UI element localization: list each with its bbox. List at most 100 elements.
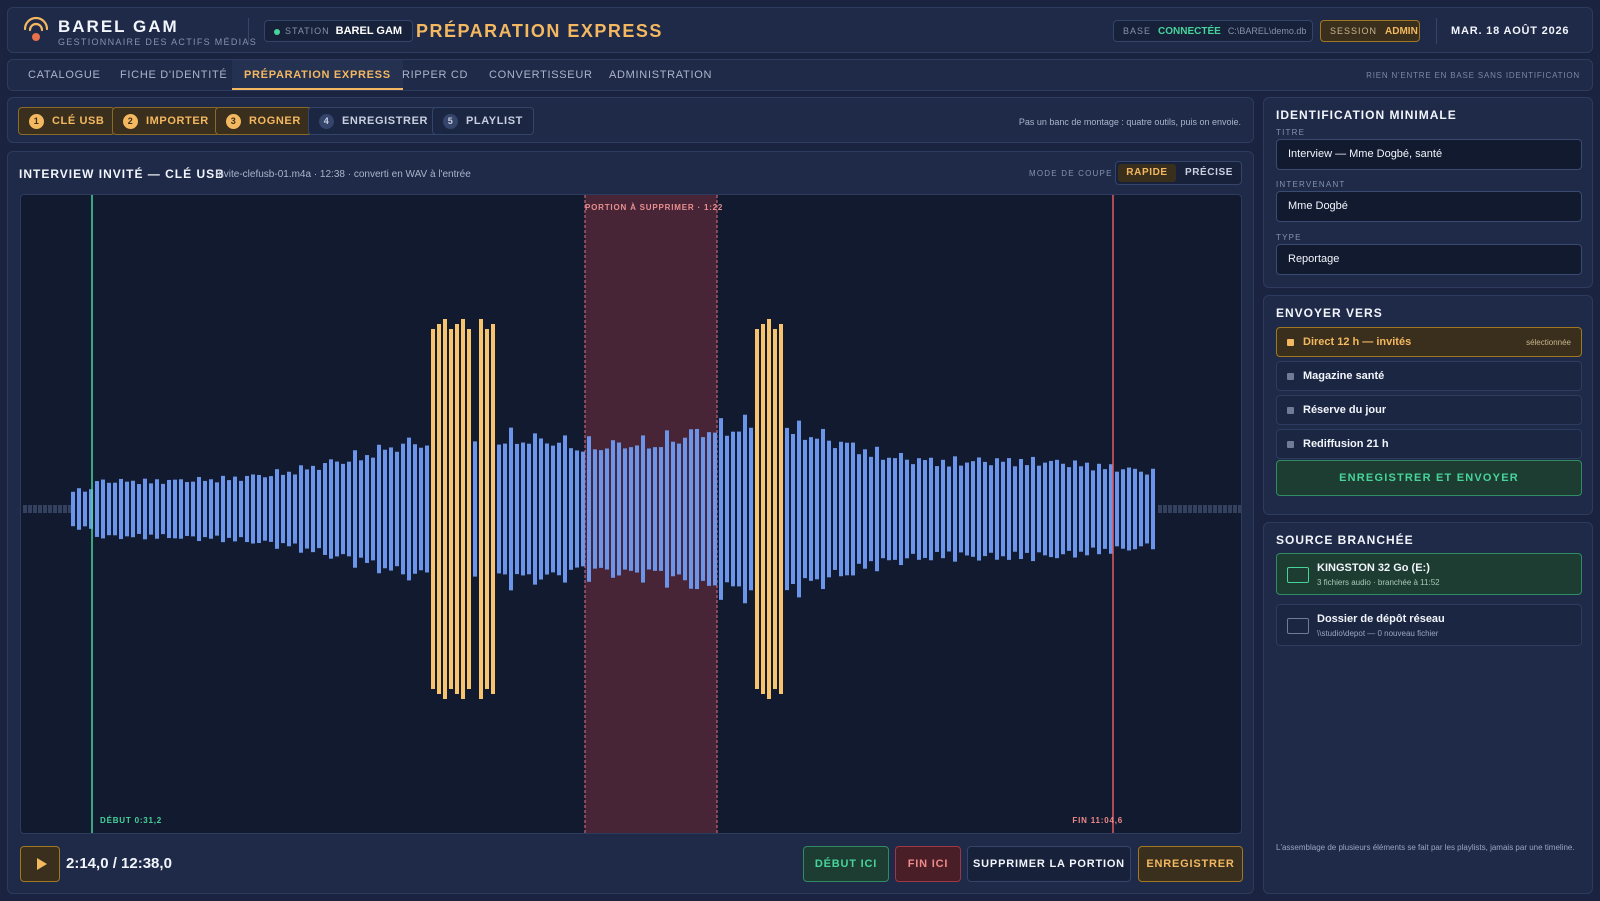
waveform-bar bbox=[767, 319, 771, 699]
wave-idle-tick bbox=[1183, 505, 1187, 513]
tab-convertisseur[interactable]: CONVERTISSEUR bbox=[477, 60, 605, 90]
destination-item[interactable]: Réserve du jour bbox=[1276, 395, 1582, 425]
destination-item[interactable]: Direct 12 h — invités sélectionnée bbox=[1276, 327, 1582, 357]
cut-mode-rapide[interactable]: RAPIDE bbox=[1118, 164, 1176, 182]
waveform-area[interactable]: PORTION À SUPPRIMER · 1:22 DÉBUT 0:31,2 … bbox=[20, 194, 1242, 834]
waveform-bar bbox=[317, 469, 321, 549]
type-field[interactable]: Reportage bbox=[1276, 244, 1582, 275]
waveform-bar bbox=[965, 462, 969, 556]
waveform-bar bbox=[557, 442, 561, 576]
waveform-bar bbox=[1133, 468, 1137, 550]
play-button[interactable] bbox=[20, 846, 60, 882]
waveform-bar bbox=[1061, 463, 1065, 555]
waveform-bar bbox=[1091, 470, 1095, 548]
source-name: KINGSTON 32 Go (E:) bbox=[1317, 562, 1430, 574]
save-button[interactable]: ENREGISTRER bbox=[1138, 846, 1243, 882]
step-importer[interactable]: 2 IMPORTER bbox=[112, 107, 220, 135]
waveform-bar bbox=[503, 443, 507, 575]
waveform-bar bbox=[881, 459, 885, 559]
station-indicator[interactable]: STATION BAREL GAM bbox=[264, 20, 414, 42]
destination-label: Direct 12 h — invités bbox=[1303, 336, 1412, 348]
destination-item[interactable]: Magazine santé bbox=[1276, 361, 1582, 391]
waveform-bar bbox=[743, 414, 747, 604]
tab-administration[interactable]: ADMINISTRATION bbox=[597, 60, 724, 90]
current-date: MAR. 18 AOÛT 2026 bbox=[1451, 25, 1570, 37]
waveform-bar bbox=[299, 465, 303, 553]
cut-mode-precise[interactable]: PRÉCISE bbox=[1178, 164, 1240, 182]
wave-idle-tick bbox=[1228, 505, 1232, 513]
end-here-button[interactable]: FIN ICI bbox=[895, 846, 961, 882]
title-field[interactable]: Interview — Mme Dogbé, santé bbox=[1276, 139, 1582, 170]
tab-fiche-identite[interactable]: FICHE D'IDENTITÉ bbox=[108, 60, 239, 90]
header-divider bbox=[1436, 18, 1437, 44]
database-status: BASE CONNECTÉE C:\BAREL\demo.db bbox=[1113, 20, 1313, 42]
wave-idle-tick bbox=[43, 505, 47, 513]
waveform-bar bbox=[437, 324, 441, 694]
step-cle-usb[interactable]: 1 CLÉ USB bbox=[18, 107, 116, 135]
waveform-bar bbox=[761, 324, 765, 694]
waveform-bar bbox=[809, 437, 813, 581]
waveform-bar bbox=[617, 442, 621, 576]
waveform-bar bbox=[791, 433, 795, 585]
tab-ripper-cd[interactable]: RIPPER CD bbox=[390, 60, 480, 90]
waveform-bar bbox=[509, 427, 513, 591]
source-detail: 3 fichiers audio · branchée à 11:52 bbox=[1317, 578, 1440, 587]
waveform-bar bbox=[275, 469, 279, 549]
waveform-bar bbox=[899, 452, 903, 566]
wave-idle-tick bbox=[1178, 505, 1182, 513]
waveform-bar bbox=[125, 481, 129, 537]
speaker-field-label: INTERVENANT bbox=[1276, 180, 1346, 189]
brand-name: BAREL GAM bbox=[58, 17, 179, 36]
waveform-bar bbox=[467, 329, 471, 689]
waveform-bar bbox=[107, 482, 111, 536]
tab-preparation-express[interactable]: PRÉPARATION EXPRESS bbox=[232, 60, 403, 90]
waveform-bar bbox=[143, 478, 147, 540]
tab-catalogue[interactable]: CATALOGUE bbox=[16, 60, 113, 90]
waveform-bar bbox=[887, 457, 891, 561]
waveform-bar bbox=[833, 448, 837, 570]
save-and-send-button[interactable]: ENREGISTRER ET ENVOYER bbox=[1276, 460, 1582, 496]
waveform-bar bbox=[611, 440, 615, 578]
step-number: 4 bbox=[319, 113, 334, 129]
waveform-bar bbox=[815, 438, 819, 580]
waveform-bar bbox=[1049, 460, 1053, 558]
square-bullet-icon bbox=[1287, 440, 1294, 448]
base-path: C:\BAREL\demo.db bbox=[1227, 26, 1307, 36]
wave-idle-tick bbox=[1223, 505, 1227, 513]
waveform-bar bbox=[575, 450, 579, 568]
type-field-label: TYPE bbox=[1276, 233, 1302, 242]
waveform-bar bbox=[311, 465, 315, 553]
waveform-bar bbox=[605, 448, 609, 570]
waveform-bar bbox=[857, 454, 861, 564]
step-playlist[interactable]: 5 PLAYLIST bbox=[432, 107, 534, 135]
waveform-bar bbox=[551, 445, 555, 573]
waveform-bar bbox=[461, 319, 465, 699]
step-number: 2 bbox=[123, 113, 138, 129]
waveform[interactable] bbox=[21, 195, 1242, 834]
delete-portion-button[interactable]: SUPPRIMER LA PORTION bbox=[967, 846, 1131, 882]
step-rogner[interactable]: 3 ROGNER bbox=[215, 107, 312, 135]
waveform-bar bbox=[929, 457, 933, 561]
waveform-bar bbox=[425, 445, 429, 573]
waveform-bar bbox=[593, 449, 597, 569]
waveform-bar bbox=[473, 441, 477, 577]
station-label: STATION bbox=[285, 26, 330, 36]
speaker-field[interactable]: Mme Dogbé bbox=[1276, 191, 1582, 222]
waveform-bar bbox=[149, 483, 153, 535]
step-enregistrer[interactable]: 4 ENREGISTRER bbox=[308, 107, 440, 135]
waveform-bar bbox=[953, 456, 957, 562]
step-label: CLÉ USB bbox=[52, 115, 105, 127]
waveform-bar bbox=[155, 479, 159, 539]
session-badge[interactable]: SESSION ADMIN bbox=[1320, 20, 1420, 42]
waveform-bar bbox=[827, 440, 831, 578]
waveform-bar bbox=[773, 329, 777, 689]
start-here-button[interactable]: DÉBUT ICI bbox=[803, 846, 889, 882]
waveform-bar bbox=[449, 329, 453, 689]
source-item-network[interactable]: Dossier de dépôt réseau \\studio\depot —… bbox=[1276, 604, 1582, 646]
destination-item[interactable]: Rediffusion 21 h bbox=[1276, 429, 1582, 459]
waveform-bar bbox=[1031, 456, 1035, 562]
waveform-bar bbox=[725, 435, 729, 583]
waveform-bar bbox=[623, 448, 627, 570]
wave-idle-tick bbox=[1198, 505, 1202, 513]
source-item-usb[interactable]: KINGSTON 32 Go (E:) 3 fichiers audio · b… bbox=[1276, 553, 1582, 595]
